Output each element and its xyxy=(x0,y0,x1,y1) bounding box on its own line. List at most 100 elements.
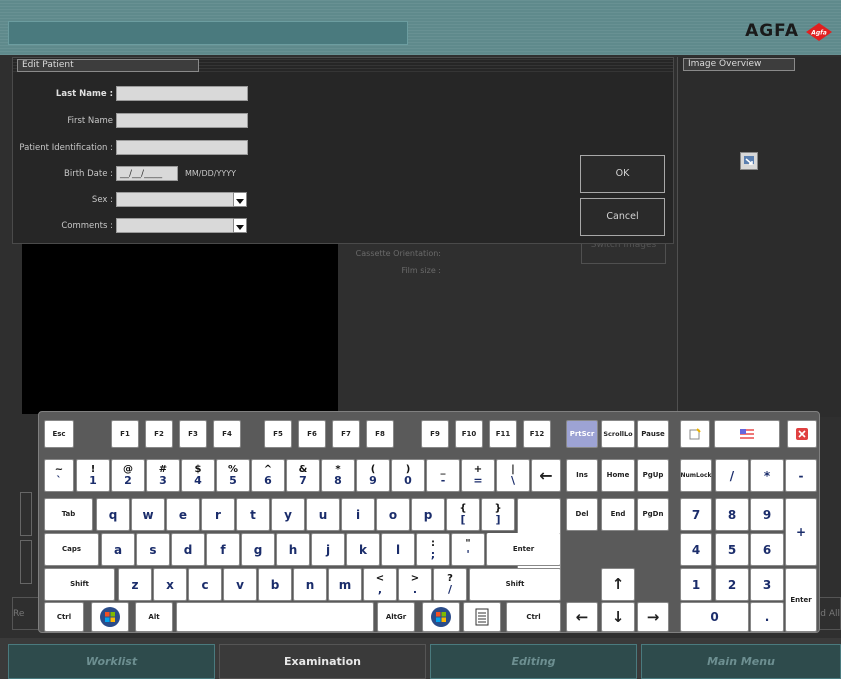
key-p[interactable]: p xyxy=(411,498,445,531)
key-numpad-decimal[interactable]: . xyxy=(750,602,784,632)
key-numpad-4[interactable]: 4 xyxy=(680,533,712,566)
tab-examination[interactable]: Examination xyxy=(219,644,426,679)
key-f5[interactable]: F5 xyxy=(264,420,292,448)
menu-key-icon[interactable] xyxy=(463,602,501,632)
key-c[interactable]: c xyxy=(188,568,222,601)
key-del[interactable]: Del xyxy=(566,498,598,531)
key-g[interactable]: g xyxy=(241,533,275,566)
key-numpad-9[interactable]: 9 xyxy=(750,498,784,531)
key-a[interactable]: a xyxy=(101,533,135,566)
key-f[interactable]: f xyxy=(206,533,240,566)
key-altgr[interactable]: AltGr xyxy=(377,602,415,632)
comments-dropdown-chevron-down-icon[interactable] xyxy=(233,218,247,233)
key-f2[interactable]: F2 xyxy=(145,420,173,448)
key-numpad-0[interactable]: 0 xyxy=(680,602,749,632)
comments-select[interactable] xyxy=(116,218,234,233)
key-d[interactable]: d xyxy=(171,533,205,566)
key-numpad-2[interactable]: 2 xyxy=(715,568,749,601)
key-f11[interactable]: F11 xyxy=(489,420,517,448)
key-8[interactable]: * 8 xyxy=(321,459,355,492)
key-f9[interactable]: F9 xyxy=(421,420,449,448)
key-pgup[interactable]: PgUp xyxy=(637,459,669,492)
backspace-key[interactable]: ← xyxy=(531,459,561,492)
key-ctrl-right[interactable]: Ctrl xyxy=(506,602,561,632)
key-h[interactable]: h xyxy=(276,533,310,566)
key-period[interactable]: >. xyxy=(398,568,432,601)
key-m[interactable]: m xyxy=(328,568,362,601)
key-7[interactable]: & 7 xyxy=(286,459,320,492)
key-space[interactable] xyxy=(176,602,374,632)
right-cut-button[interactable]: d All xyxy=(818,597,841,630)
key-caps[interactable]: Caps xyxy=(44,533,99,566)
key-numpad-enter[interactable]: Enter xyxy=(785,568,817,632)
key-b[interactable]: b xyxy=(258,568,292,601)
key-numpad-1[interactable]: 1 xyxy=(680,568,712,601)
key-alt[interactable]: Alt xyxy=(135,602,173,632)
key-k[interactable]: k xyxy=(346,533,380,566)
key-numpad-8[interactable]: 8 xyxy=(715,498,749,531)
side-button[interactable] xyxy=(20,540,32,584)
key-esc[interactable]: Esc xyxy=(44,420,74,448)
key-v[interactable]: v xyxy=(223,568,257,601)
key-r[interactable]: r xyxy=(201,498,235,531)
arrow-down-key[interactable]: ↓ xyxy=(601,602,635,632)
key-f10[interactable]: F10 xyxy=(455,420,483,448)
key-f7[interactable]: F7 xyxy=(332,420,360,448)
arrow-left-key[interactable]: ← xyxy=(566,602,598,632)
key-e[interactable]: e xyxy=(166,498,200,531)
key-numpad-minus[interactable]: - xyxy=(785,459,817,492)
key-z[interactable]: z xyxy=(118,568,152,601)
language-flag-icon[interactable] xyxy=(714,420,780,448)
key-o[interactable]: o xyxy=(376,498,410,531)
birth-date-input[interactable]: __/__/____ xyxy=(116,166,178,181)
key-quote[interactable]: " ' xyxy=(451,533,485,566)
key-t[interactable]: t xyxy=(236,498,270,531)
key-comma[interactable]: <, xyxy=(363,568,397,601)
close-keyboard-icon[interactable] xyxy=(787,420,817,448)
key-f4[interactable]: F4 xyxy=(213,420,241,448)
key-home[interactable]: Home xyxy=(601,459,635,492)
key-y[interactable]: y xyxy=(271,498,305,531)
key-4[interactable]: $4 xyxy=(181,459,215,492)
tab-main-menu[interactable]: Main Menu xyxy=(641,644,841,679)
key-x[interactable]: x xyxy=(153,568,187,601)
ok-button[interactable]: OK xyxy=(580,155,665,193)
tab-editing[interactable]: Editing xyxy=(430,644,637,679)
key-f6[interactable]: F6 xyxy=(298,420,326,448)
key-i[interactable]: i xyxy=(341,498,375,531)
key-0[interactable]: ) 0 xyxy=(391,459,425,492)
notepad-icon[interactable] xyxy=(680,420,710,448)
key-2[interactable]: @2 xyxy=(111,459,145,492)
key-5[interactable]: % 5 xyxy=(216,459,250,492)
key-pause[interactable]: Pause xyxy=(637,420,669,448)
key-9[interactable]: (9 xyxy=(356,459,390,492)
key-f3[interactable]: F3 xyxy=(179,420,207,448)
key-ctrl-left[interactable]: Ctrl xyxy=(44,602,84,632)
sex-dropdown-chevron-down-icon[interactable] xyxy=(233,192,247,207)
key-end[interactable]: End xyxy=(601,498,635,531)
tab-worklist[interactable]: Worklist xyxy=(8,644,215,679)
key-numpad-multiply[interactable]: * xyxy=(750,459,784,492)
key-backslash[interactable]: | \ xyxy=(496,459,530,492)
key-numpad-5[interactable]: 5 xyxy=(715,533,749,566)
key-w[interactable]: w xyxy=(131,498,165,531)
key-numpad-3[interactable]: 3 xyxy=(750,568,784,601)
sex-select[interactable] xyxy=(116,192,234,207)
key-tab[interactable]: Tab xyxy=(44,498,93,531)
arrow-right-key[interactable]: → xyxy=(637,602,669,632)
key-tilde[interactable]: ~ ` xyxy=(44,459,74,492)
key-close-bracket[interactable]: }] xyxy=(481,498,515,531)
key-u[interactable]: u xyxy=(306,498,340,531)
cancel-button[interactable]: Cancel xyxy=(580,198,665,236)
windows-key-right-icon[interactable] xyxy=(422,602,460,632)
key-prtscr[interactable]: PrtScr xyxy=(566,420,598,448)
key-scrolllock[interactable]: ScrollLo xyxy=(601,420,635,448)
key-semicolon[interactable]: :; xyxy=(416,533,450,566)
key-f1[interactable]: F1 xyxy=(111,420,139,448)
enter-key[interactable]: Enter xyxy=(486,533,561,566)
key-numpad-7[interactable]: 7 xyxy=(680,498,712,531)
key-ins[interactable]: Ins xyxy=(566,459,598,492)
arrow-up-key[interactable]: ↑ xyxy=(601,568,635,601)
patient-id-input[interactable] xyxy=(116,140,248,155)
last-name-input[interactable] xyxy=(116,86,248,101)
